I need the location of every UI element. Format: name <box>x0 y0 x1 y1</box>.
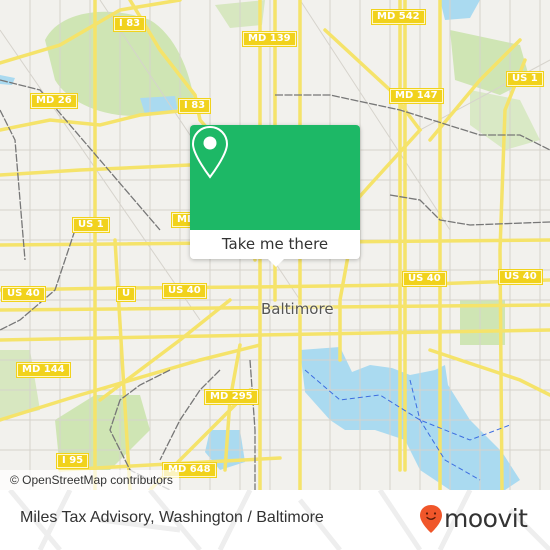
road-shield-us-40: US 40 <box>1 286 46 302</box>
road-shield-md-139: MD 139 <box>242 31 297 47</box>
road-shield-md-26: MD 26 <box>30 93 78 109</box>
road-shield-md-295: MD 295 <box>204 389 259 405</box>
road-shield-u: U <box>116 286 137 302</box>
moovit-pin-icon <box>420 505 442 533</box>
place-title: Miles Tax Advisory, Washington / Baltimo… <box>20 509 324 526</box>
road-shield-md-542: MD 542 <box>371 9 426 25</box>
location-popup: Take me there <box>190 125 360 267</box>
popup-arrow <box>268 259 284 267</box>
road-shield-us-1: US 1 <box>72 217 110 233</box>
footer-bar: Miles Tax Advisory, Washington / Baltimo… <box>0 490 550 550</box>
moovit-wordmark: moovit <box>444 504 528 533</box>
road-shield-md-144: MD 144 <box>16 362 71 378</box>
road-shield-us-1: US 1 <box>506 71 544 87</box>
road-shield-us-40: US 40 <box>162 283 207 299</box>
map-view[interactable]: I 83 MD 139 MD 542 US 1 MD 26 I 83 MD 14… <box>0 0 550 490</box>
take-me-there-button[interactable]: Take me there <box>190 230 360 259</box>
road-shield-us-40: US 40 <box>402 271 447 287</box>
road-shield-i-95: I 95 <box>56 453 90 469</box>
location-pin-icon <box>191 125 229 179</box>
map-attribution[interactable]: © OpenStreetMap contributors <box>0 470 179 490</box>
road-shield-i-83: I 83 <box>178 98 212 114</box>
moovit-logo: moovit <box>419 503 528 535</box>
road-shield-i-83: I 83 <box>113 16 147 32</box>
city-label-baltimore: Baltimore <box>261 300 334 318</box>
popup-header <box>190 125 360 230</box>
road-shield-us-40: US 40 <box>498 269 543 285</box>
road-shield-md-147: MD 147 <box>389 88 444 104</box>
